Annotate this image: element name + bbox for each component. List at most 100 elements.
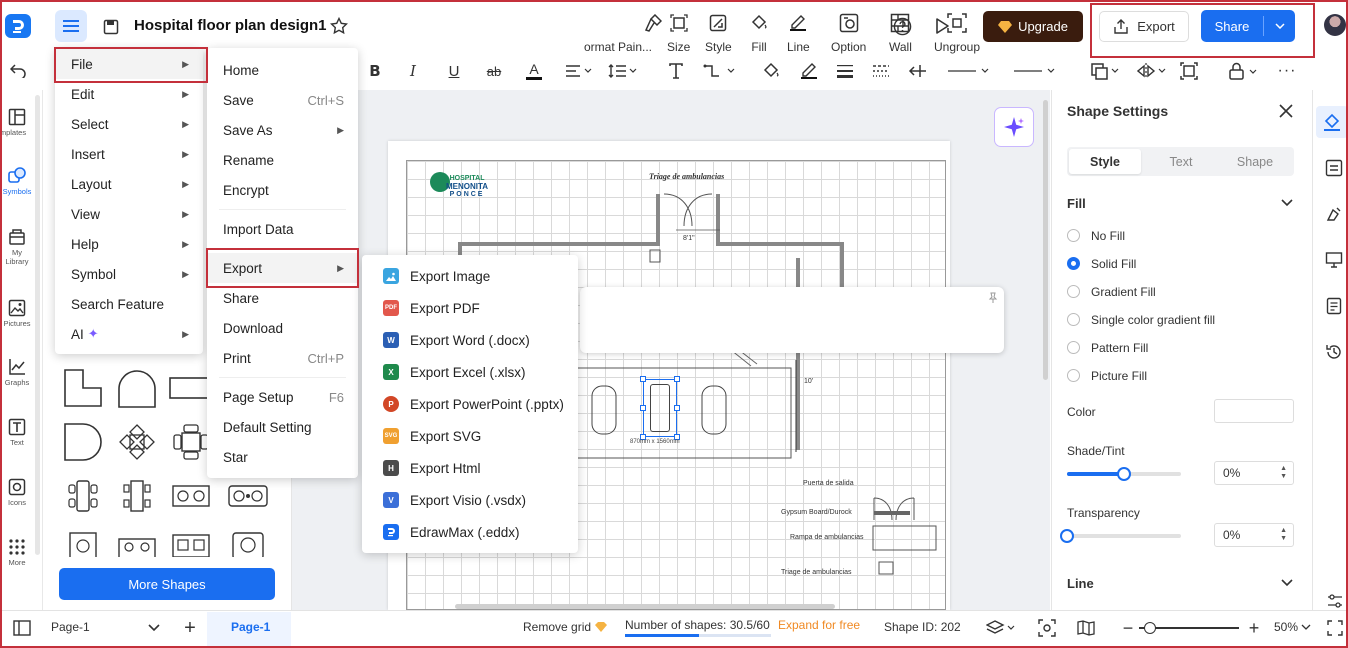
transparency-slider-knob[interactable]: [1060, 529, 1074, 543]
expand-link[interactable]: Expand for free: [778, 618, 860, 632]
rail-item-text[interactable]: Text: [0, 416, 34, 447]
ai-assistant-button[interactable]: [994, 107, 1034, 147]
line-dash-icon[interactable]: [870, 59, 892, 83]
menu-item-default-setting[interactable]: Default Setting: [207, 412, 358, 442]
tab-text[interactable]: Text: [1145, 149, 1217, 174]
export-button[interactable]: Export: [1099, 11, 1189, 42]
menu-item-export-visio[interactable]: V Export Visio (.vsdx): [362, 484, 578, 516]
line-collapse-icon[interactable]: [1279, 576, 1295, 590]
library-shape[interactable]: [61, 420, 105, 464]
library-shape[interactable]: [226, 474, 270, 518]
theme-icon[interactable]: [1322, 202, 1346, 226]
fill-button[interactable]: Fill: [750, 12, 768, 54]
rail-item-more[interactable]: More: [0, 536, 34, 567]
rail-item-library[interactable]: My Library: [0, 226, 34, 266]
resize-handle[interactable]: [640, 376, 646, 382]
menu-item-help[interactable]: Help ▶: [55, 229, 203, 259]
more-shapes-button[interactable]: More Shapes: [59, 568, 275, 600]
connector-icon[interactable]: [702, 59, 738, 83]
library-shape[interactable]: [115, 527, 159, 557]
radio-no-fill[interactable]: [1067, 229, 1080, 242]
shade-input[interactable]: 0% ▲ ▼: [1214, 461, 1294, 485]
menu-item-select[interactable]: Select ▶: [55, 109, 203, 139]
menu-item-edit[interactable]: Edit ▶: [55, 79, 203, 109]
menu-item-export-eddx[interactable]: EdrawMax (.eddx): [362, 516, 578, 548]
zoom-slider-knob[interactable]: [1144, 622, 1156, 634]
menu-item-export-excel[interactable]: X Export Excel (.xlsx): [362, 356, 578, 388]
library-shape[interactable]: [61, 366, 105, 410]
menu-item-export-image[interactable]: Export Image: [362, 260, 578, 292]
rail-item-pictures[interactable]: Pictures: [0, 297, 34, 328]
main-menu-icon[interactable]: [55, 10, 87, 42]
layers-icon[interactable]: [984, 618, 1018, 638]
radio-single-gradient-fill[interactable]: [1067, 313, 1080, 326]
menu-item-home[interactable]: Home: [207, 55, 358, 85]
page-tab[interactable]: Page-1: [231, 620, 270, 634]
menu-item-download[interactable]: Download: [207, 313, 358, 343]
canvas-h-scrollbar[interactable]: [455, 604, 835, 609]
fit-icon[interactable]: [1178, 59, 1200, 83]
book-icon[interactable]: [1076, 618, 1096, 638]
selected-shape[interactable]: [643, 379, 677, 437]
fill-bucket-icon[interactable]: [760, 59, 782, 83]
library-shape[interactable]: [115, 474, 159, 518]
menu-item-import-data[interactable]: Import Data: [207, 214, 358, 244]
radio-gradient-fill[interactable]: [1067, 285, 1080, 298]
settings-sliders-icon[interactable]: [1324, 592, 1346, 610]
undo-icon[interactable]: [6, 59, 30, 83]
menu-item-export-svg[interactable]: SVG Export SVG: [362, 420, 578, 452]
resize-handle[interactable]: [674, 405, 680, 411]
style-panel-icon[interactable]: [1320, 110, 1344, 134]
line-weight-icon[interactable]: [834, 59, 856, 83]
menu-item-export[interactable]: Export ▶: [207, 253, 358, 283]
resize-handle[interactable]: [674, 376, 680, 382]
tab-shape[interactable]: Shape: [1219, 149, 1291, 174]
history-icon[interactable]: [1322, 340, 1346, 364]
rail-item-graphs[interactable]: Graphs: [0, 356, 34, 387]
font-color-icon[interactable]: A: [523, 59, 545, 83]
fill-collapse-icon[interactable]: [1279, 196, 1295, 210]
menu-item-search-feature[interactable]: Search Feature: [55, 289, 203, 319]
line-end-select[interactable]: [1010, 59, 1060, 83]
library-shape[interactable]: [115, 366, 159, 410]
rail-item-symbols[interactable]: Symbols: [0, 165, 34, 196]
presentation-icon[interactable]: [1322, 248, 1346, 272]
menu-item-print[interactable]: Print Ctrl+P: [207, 343, 358, 373]
line-start-select[interactable]: [944, 59, 994, 83]
arrow-style-icon[interactable]: [906, 59, 930, 83]
transparency-slider[interactable]: [1067, 534, 1181, 538]
star-icon[interactable]: [328, 15, 350, 37]
line-spacing-icon[interactable]: [606, 59, 640, 83]
notes-icon[interactable]: [1322, 294, 1346, 318]
menu-item-star[interactable]: Star: [207, 442, 358, 472]
page-settings-icon[interactable]: [1322, 156, 1346, 180]
library-shape[interactable]: [169, 527, 213, 557]
page-list-icon[interactable]: [12, 619, 32, 637]
menu-item-file[interactable]: File ▶: [55, 49, 203, 79]
menu-item-export-pdf[interactable]: PDF Export PDF: [362, 292, 578, 324]
shade-slider-knob[interactable]: [1117, 467, 1131, 481]
arrange-icon[interactable]: [1088, 59, 1122, 83]
document-title[interactable]: Hospital floor plan design1: [134, 17, 327, 34]
rail-item-templates[interactable]: Templates: [0, 106, 34, 137]
transparency-input[interactable]: 0% ▲ ▼: [1214, 523, 1294, 547]
menu-item-save[interactable]: Save Ctrl+S: [207, 85, 358, 115]
lock-icon[interactable]: [1226, 59, 1262, 83]
tab-style[interactable]: Style: [1069, 149, 1141, 174]
more-options-icon[interactable]: ···: [1276, 59, 1298, 83]
style-button[interactable]: Style: [705, 12, 732, 54]
align-icon[interactable]: [563, 59, 595, 83]
zoom-in-icon[interactable]: +: [1246, 618, 1262, 638]
color-swatch[interactable]: [1214, 399, 1294, 423]
fullscreen-icon[interactable]: [1326, 619, 1344, 637]
menu-item-ai[interactable]: AI ✦ ▶: [55, 319, 203, 349]
close-icon[interactable]: [1277, 102, 1295, 120]
stepper-icon[interactable]: ▲ ▼: [1280, 465, 1287, 481]
menu-item-export-html[interactable]: H Export Html: [362, 452, 578, 484]
pin-icon[interactable]: [987, 292, 999, 304]
menu-item-page-setup[interactable]: Page Setup F6: [207, 382, 358, 412]
menu-item-share[interactable]: Share: [207, 283, 358, 313]
save-icon[interactable]: [100, 16, 122, 38]
share-button[interactable]: Share: [1201, 10, 1295, 42]
library-shape[interactable]: [61, 474, 105, 518]
